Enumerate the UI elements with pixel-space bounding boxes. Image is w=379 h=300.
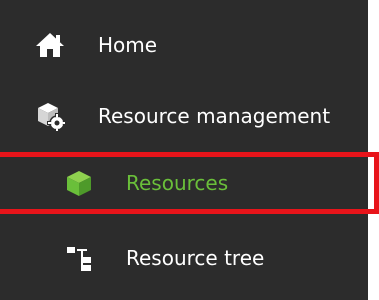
nav-item-resources[interactable]: Resources (0, 152, 368, 214)
nav-item-label: Resources (126, 171, 229, 195)
nav-item-label: Home (98, 33, 158, 57)
home-icon (34, 29, 66, 61)
cube-icon (63, 167, 95, 199)
navigation-panel: Home Resource management Resources Resou… (0, 0, 368, 300)
nav-item-resource-tree[interactable]: Resource tree (0, 223, 368, 293)
resource-management-gear-icon (34, 100, 66, 132)
nav-item-resource-management[interactable]: Resource management (0, 81, 368, 151)
nav-item-label: Resource tree (126, 246, 265, 270)
tree-structure-icon (63, 242, 95, 274)
nav-item-home[interactable]: Home (0, 10, 368, 80)
nav-item-label: Resource management (98, 104, 331, 128)
